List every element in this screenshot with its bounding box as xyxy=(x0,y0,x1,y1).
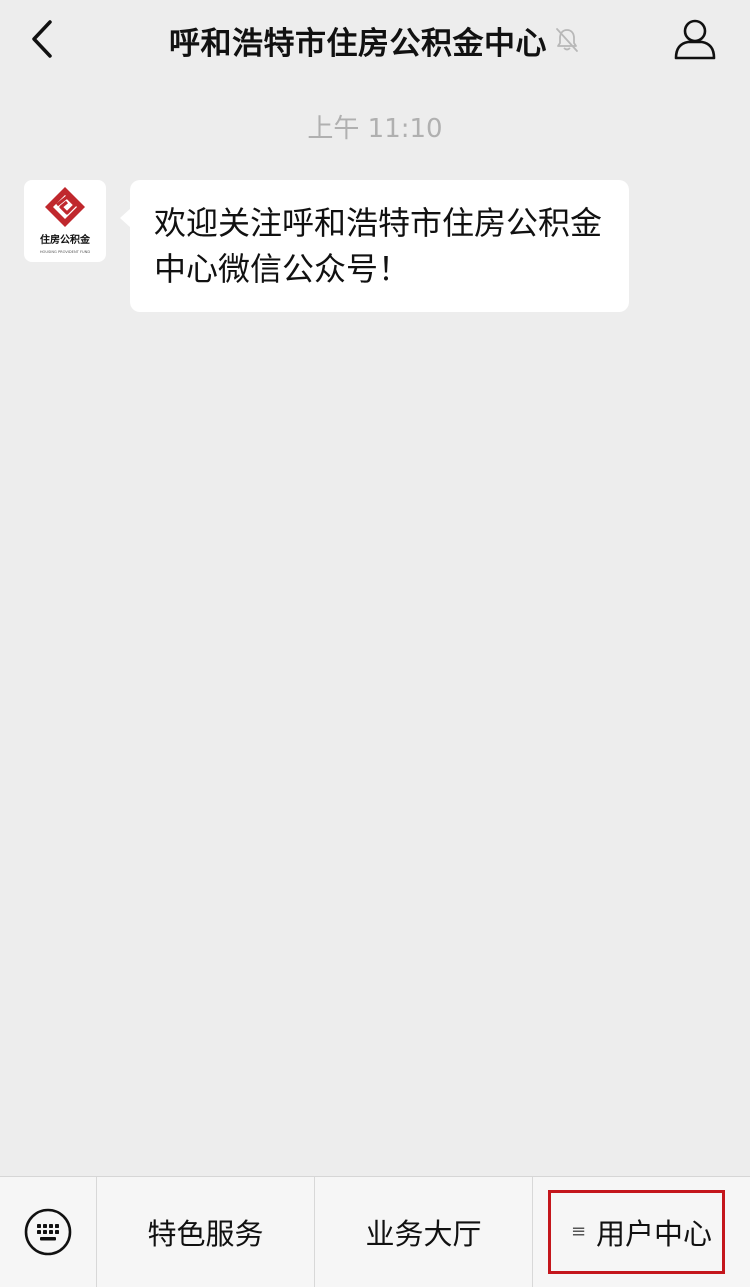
logo-subtext: HOUSING PROVIDENT FUND xyxy=(40,250,91,254)
menu-item-label: 业务大厅 xyxy=(365,1217,482,1251)
keyboard-icon xyxy=(24,1208,72,1256)
menu-item-label: 特色服务 xyxy=(147,1217,264,1251)
title-area: 呼和浩特市住房公积金中心 xyxy=(120,14,630,66)
message-bubble[interactable]: 欢迎关注呼和浩特市住房公积金中心微信公众号！ xyxy=(130,180,629,312)
housing-fund-logo-icon: 住房公积金 HOUSING PROVIDENT FUND xyxy=(40,187,91,254)
chevron-left-icon xyxy=(32,20,52,58)
keyboard-toggle-button[interactable] xyxy=(0,1177,96,1287)
submenu-list-icon: ≡ xyxy=(570,1221,587,1242)
page-title: 呼和浩特市住房公积金中心 xyxy=(169,25,547,62)
avatar[interactable]: 住房公积金 HOUSING PROVIDENT FUND xyxy=(24,180,106,262)
custom-menu-bar: 特色服务 业务大厅 ≡ 用户中心 xyxy=(0,1176,750,1287)
chat-header: 呼和浩特市住房公积金中心 xyxy=(0,0,750,82)
bell-off-icon xyxy=(556,28,578,52)
message-timestamp: 上午 11:10 xyxy=(307,114,443,144)
menu-item-special-services[interactable]: 特色服务 xyxy=(97,1177,314,1287)
logo-text: 住房公积金 xyxy=(40,233,91,246)
menu-item-user-center[interactable]: ≡ 用户中心 xyxy=(533,1177,750,1287)
person-icon xyxy=(674,19,716,60)
back-button[interactable] xyxy=(22,14,66,64)
menu-item-business-hall[interactable]: 业务大厅 xyxy=(315,1177,532,1287)
menu-item-label: 用户中心 xyxy=(596,1217,713,1251)
profile-button[interactable] xyxy=(670,14,720,64)
